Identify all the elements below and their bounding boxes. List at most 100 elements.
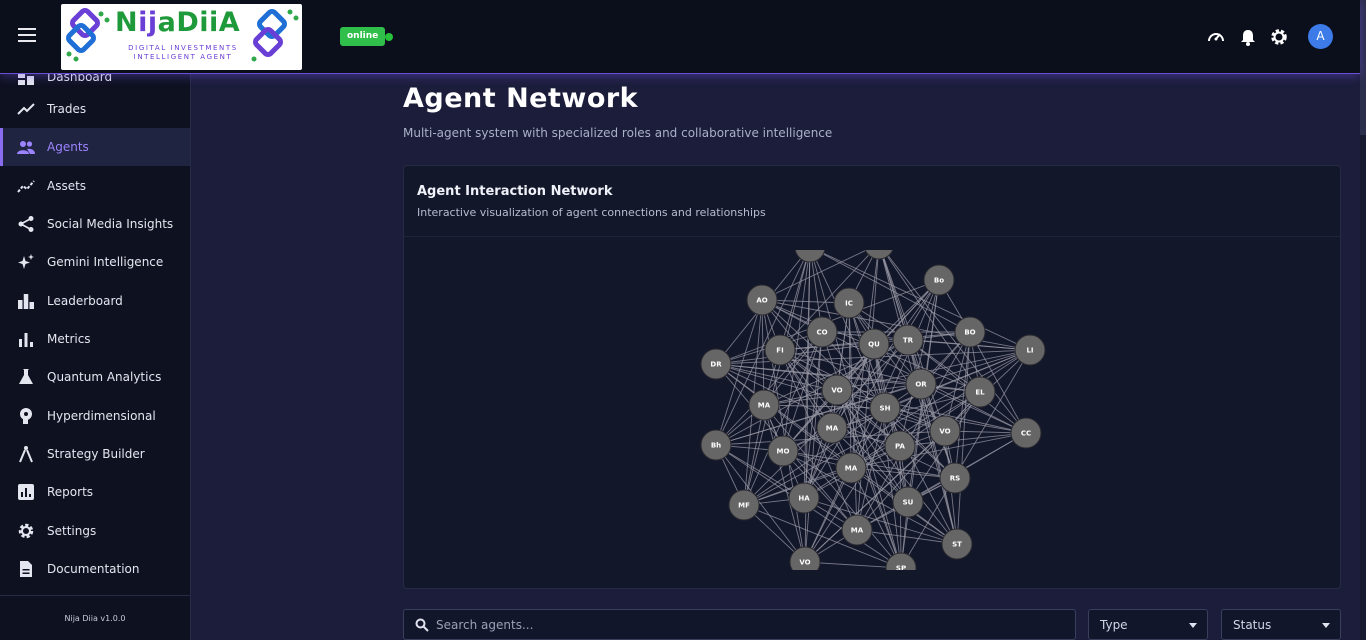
agent-node[interactable]: LI	[1014, 334, 1046, 366]
status-filter-value: Status	[1233, 618, 1272, 632]
logo-title: NijaDiiA	[115, 7, 241, 38]
sidebar-item-agents[interactable]: Agents	[0, 128, 190, 166]
agent-node-label: VO	[831, 387, 842, 395]
sidebar-item-hyperdimensional[interactable]: Hyperdimensional	[0, 397, 190, 435]
trending-up-icon	[17, 103, 35, 115]
agent-node[interactable]: HA	[788, 482, 820, 514]
sidebar-item-label: Leaderboard	[47, 294, 123, 308]
scrollbar-thumb[interactable]	[1360, 0, 1366, 135]
agent-node[interactable]: CO	[806, 316, 838, 348]
agent-node[interactable]: EL	[964, 376, 996, 408]
page-subtitle: Multi-agent system with specialized role…	[403, 126, 833, 140]
agent-node[interactable]: Bh	[700, 429, 732, 461]
sidebar-item-trades[interactable]: Trades	[0, 90, 190, 128]
agent-node[interactable]: Bo	[923, 264, 955, 296]
agent-node[interactable]: MA	[816, 412, 848, 444]
bar-chart-icon	[19, 333, 33, 347]
sidebar-item-label: Metrics	[47, 332, 91, 346]
agent-node[interactable]: ST	[941, 528, 973, 560]
agent-node-label: CO	[816, 329, 827, 337]
agent-network-card: Agent Interaction Network Interactive vi…	[403, 165, 1341, 589]
sidebar-item-label: Gemini Intelligence	[47, 255, 164, 269]
type-filter-select[interactable]: Type	[1088, 609, 1208, 640]
sidebar-item-label: Assets	[47, 179, 87, 193]
agent-node[interactable]: BO	[954, 316, 986, 348]
agent-node-label: VO	[939, 428, 950, 436]
app-version: Nija Diia v1.0.0	[0, 595, 190, 640]
menu-icon[interactable]	[18, 28, 36, 44]
report-icon	[18, 484, 34, 500]
sidebar-item-assets[interactable]: Assets	[0, 167, 190, 205]
sidebar-item-reports[interactable]: Reports	[0, 473, 190, 511]
search-field[interactable]	[403, 609, 1076, 640]
agent-node-label: IC	[845, 300, 853, 308]
agent-node-label: SU	[903, 499, 914, 507]
agent-node[interactable]: DR	[700, 348, 732, 380]
sidebar-item-gemini-intelligence[interactable]: Gemini Intelligence	[0, 243, 190, 281]
agent-node[interactable]: VO	[821, 374, 853, 406]
search-icon	[415, 618, 429, 632]
brain-icon	[20, 408, 32, 424]
card-subtitle: Interactive visualization of agent conne…	[417, 206, 766, 219]
agent-node[interactable]: VO	[789, 546, 821, 570]
online-indicator	[385, 33, 393, 41]
agent-node[interactable]: PA	[884, 430, 916, 462]
agent-node[interactable]: MA	[841, 514, 873, 546]
agent-node[interactable]: MF	[728, 489, 760, 521]
sidebar-item-label: Settings	[47, 524, 97, 538]
sidebar-item-social-media-insights[interactable]: Social Media Insights	[0, 205, 190, 243]
agent-node[interactable]: QU	[858, 328, 890, 360]
agent-node[interactable]: RS	[939, 462, 971, 494]
agent-node-label: AR	[805, 250, 816, 252]
sidebar-item-settings[interactable]: Settings	[0, 512, 190, 550]
agent-node-label: VO	[799, 559, 810, 567]
agent-node[interactable]: FI	[764, 334, 796, 366]
bell-icon[interactable]	[1238, 27, 1258, 47]
settings-gear-icon[interactable]	[1269, 27, 1289, 47]
sidebar-item-quantum-analytics[interactable]: Quantum Analytics	[0, 358, 190, 396]
agent-node-label: FI	[776, 347, 783, 355]
top-bar: NijaDiiA DIGITAL INVESTMENTS INTELLIGENT…	[0, 0, 1360, 74]
agent-network-graph[interactable]: ARASBoAOICCOBOQUTRFILIDRVOORELMASHMAVOCC…	[404, 250, 1340, 570]
speedometer-icon[interactable]	[1206, 27, 1226, 47]
agent-node-label: MA	[758, 402, 771, 410]
sidebar-item-label: Strategy Builder	[47, 447, 145, 461]
agent-node-label: TR	[903, 337, 914, 345]
agent-node[interactable]: AO	[746, 284, 778, 316]
sidebar-item-strategy-builder[interactable]: Strategy Builder	[0, 435, 190, 473]
agent-node[interactable]: SU	[892, 486, 924, 518]
agent-node[interactable]: IC	[833, 287, 865, 319]
sidebar-item-label: Documentation	[47, 562, 140, 576]
sidebar-item-metrics[interactable]: Metrics	[0, 320, 190, 358]
agent-node[interactable]: SH	[869, 392, 901, 424]
people-icon	[17, 141, 35, 154]
agent-node-label: MA	[826, 425, 839, 433]
chevron-down-icon	[1189, 623, 1197, 628]
agent-node[interactable]: MA	[835, 452, 867, 484]
agent-node-label: MF	[738, 502, 750, 510]
sidebar-item-documentation[interactable]: Documentation	[0, 550, 190, 588]
brand-logo[interactable]: NijaDiiA DIGITAL INVESTMENTS INTELLIGENT…	[61, 4, 302, 70]
card-header: Agent Interaction Network Interactive vi…	[404, 166, 1340, 237]
agent-node[interactable]: CC	[1010, 417, 1042, 449]
network-link	[803, 497, 958, 545]
status-filter-select[interactable]: Status	[1221, 609, 1341, 640]
network-link	[761, 299, 765, 406]
agent-node[interactable]: VO	[929, 415, 961, 447]
agent-node-label: SH	[880, 405, 891, 413]
search-input[interactable]	[436, 610, 1056, 639]
agent-node[interactable]: OR	[905, 368, 937, 400]
compass-icon	[19, 446, 33, 463]
agent-node[interactable]: MO	[767, 435, 799, 467]
agent-node[interactable]: TR	[892, 324, 924, 356]
agent-node[interactable]: MA	[748, 389, 780, 421]
agent-node-label: SP	[896, 565, 906, 571]
logo-mark-right-icon	[251, 9, 299, 62]
agent-node-label: EL	[975, 389, 985, 397]
agent-node-label: Bo	[934, 277, 944, 285]
sidebar-item-leaderboard[interactable]: Leaderboard	[0, 282, 190, 320]
flask-icon	[19, 369, 33, 384]
gear-icon	[18, 523, 34, 539]
chevron-down-icon	[1322, 623, 1330, 628]
avatar[interactable]: A	[1308, 24, 1333, 49]
